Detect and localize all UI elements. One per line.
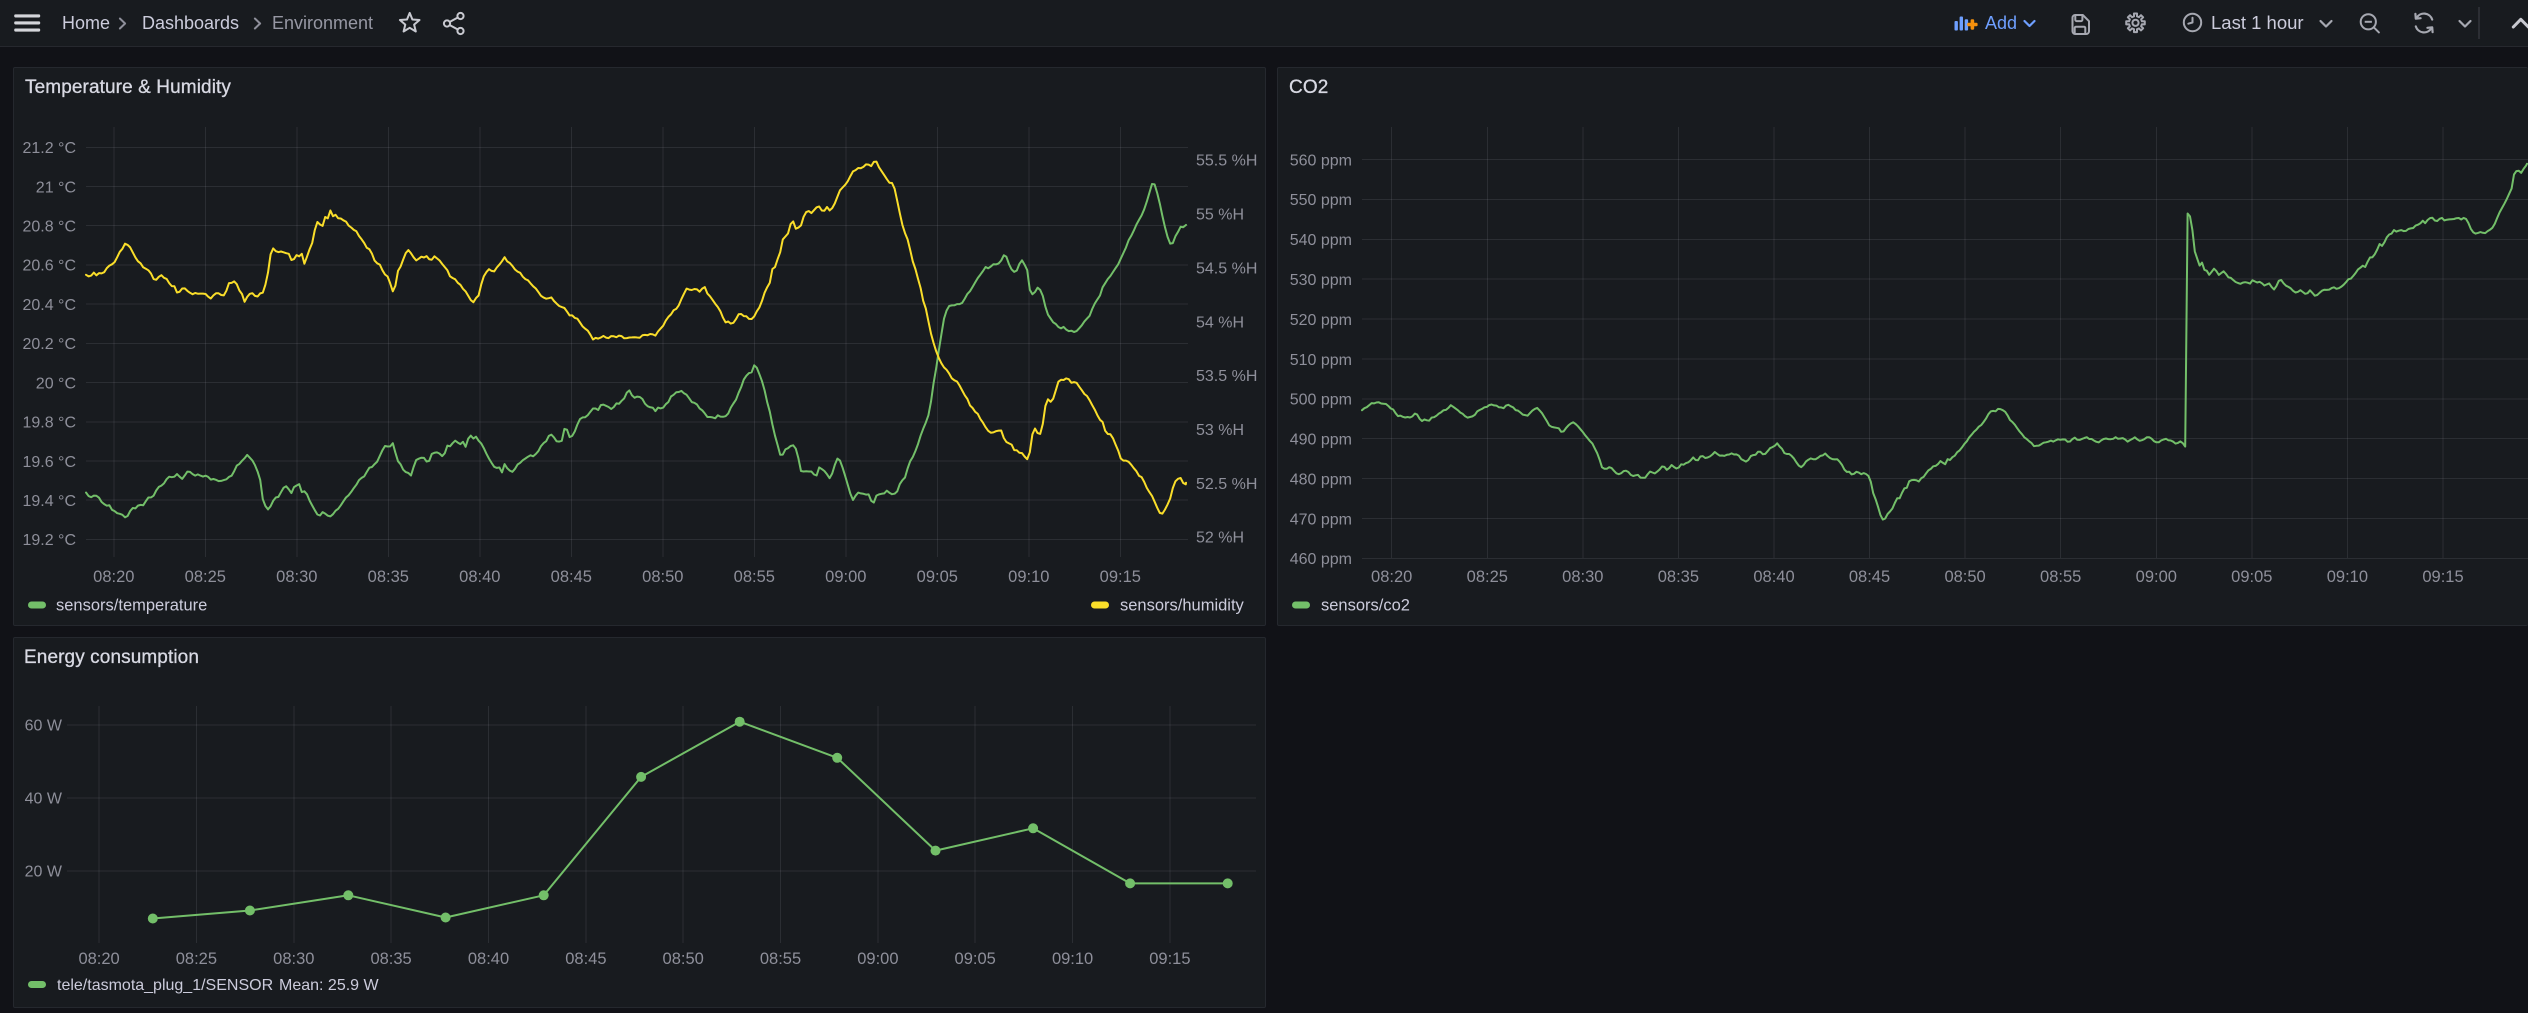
svg-text:08:40: 08:40 <box>459 568 500 586</box>
svg-text:08:50: 08:50 <box>642 568 683 586</box>
svg-text:08:20: 08:20 <box>1371 568 1412 586</box>
svg-text:08:45: 08:45 <box>1849 568 1890 586</box>
svg-text:08:20: 08:20 <box>78 950 119 968</box>
svg-text:08:30: 08:30 <box>1562 568 1603 586</box>
svg-text:52.5 %H: 52.5 %H <box>1196 476 1257 493</box>
svg-text:08:25: 08:25 <box>185 568 226 586</box>
svg-text:60 W: 60 W <box>25 718 63 735</box>
svg-text:54 %H: 54 %H <box>1196 314 1244 331</box>
svg-text:530 ppm: 530 ppm <box>1290 272 1352 289</box>
svg-text:20.6 °C: 20.6 °C <box>22 258 76 275</box>
svg-text:560 ppm: 560 ppm <box>1290 152 1352 169</box>
svg-text:500 ppm: 500 ppm <box>1290 392 1352 409</box>
svg-text:09:10: 09:10 <box>2327 568 2368 586</box>
svg-text:480 ppm: 480 ppm <box>1290 471 1352 488</box>
svg-text:52 %H: 52 %H <box>1196 530 1244 547</box>
svg-text:53 %H: 53 %H <box>1196 422 1244 439</box>
svg-text:09:15: 09:15 <box>1149 950 1190 968</box>
svg-text:08:55: 08:55 <box>2040 568 2081 586</box>
svg-text:sensors/temperature: sensors/temperature <box>56 597 207 615</box>
svg-text:490 ppm: 490 ppm <box>1290 432 1352 449</box>
svg-text:20 °C: 20 °C <box>36 375 76 392</box>
svg-text:08:40: 08:40 <box>468 950 509 968</box>
svg-text:Mean: 25.9 W: Mean: 25.9 W <box>279 977 380 994</box>
svg-text:09:05: 09:05 <box>2231 568 2272 586</box>
svg-text:520 ppm: 520 ppm <box>1290 312 1352 329</box>
svg-text:21 °C: 21 °C <box>36 179 76 196</box>
svg-text:08:30: 08:30 <box>276 568 317 586</box>
svg-text:08:55: 08:55 <box>760 950 801 968</box>
svg-text:55.5 %H: 55.5 %H <box>1196 153 1257 170</box>
svg-text:tele/tasmota_plug_1/SENSOR: tele/tasmota_plug_1/SENSOR <box>57 977 273 994</box>
svg-text:08:30: 08:30 <box>273 950 314 968</box>
svg-text:21.2 °C: 21.2 °C <box>22 140 76 157</box>
svg-text:19.4 °C: 19.4 °C <box>22 493 76 510</box>
svg-text:510 ppm: 510 ppm <box>1290 352 1352 369</box>
svg-text:40 W: 40 W <box>25 791 63 808</box>
svg-text:09:05: 09:05 <box>955 950 996 968</box>
svg-text:09:15: 09:15 <box>2422 568 2463 586</box>
svg-text:540 ppm: 540 ppm <box>1290 232 1352 249</box>
svg-text:08:40: 08:40 <box>1753 568 1794 586</box>
svg-text:09:10: 09:10 <box>1052 950 1093 968</box>
svg-text:09:10: 09:10 <box>1008 568 1049 586</box>
svg-text:08:25: 08:25 <box>176 950 217 968</box>
svg-text:20 W: 20 W <box>25 864 63 881</box>
svg-text:08:50: 08:50 <box>663 950 704 968</box>
svg-text:sensors/co2: sensors/co2 <box>1321 597 1410 615</box>
svg-text:460 ppm: 460 ppm <box>1290 551 1352 568</box>
svg-text:08:35: 08:35 <box>368 568 409 586</box>
svg-text:20.4 °C: 20.4 °C <box>22 297 76 314</box>
svg-text:55 %H: 55 %H <box>1196 207 1244 224</box>
svg-text:08:35: 08:35 <box>370 950 411 968</box>
svg-text:09:00: 09:00 <box>857 950 898 968</box>
svg-text:08:50: 08:50 <box>1944 568 1985 586</box>
svg-text:09:05: 09:05 <box>917 568 958 586</box>
svg-text:sensors/humidity: sensors/humidity <box>1120 597 1245 615</box>
svg-text:20.2 °C: 20.2 °C <box>22 336 76 353</box>
svg-text:08:55: 08:55 <box>734 568 775 586</box>
svg-text:09:00: 09:00 <box>825 568 866 586</box>
svg-text:20.8 °C: 20.8 °C <box>22 219 76 236</box>
svg-text:08:35: 08:35 <box>1658 568 1699 586</box>
svg-text:08:45: 08:45 <box>551 568 592 586</box>
svg-text:550 ppm: 550 ppm <box>1290 192 1352 209</box>
svg-text:08:20: 08:20 <box>93 568 134 586</box>
svg-text:54.5 %H: 54.5 %H <box>1196 260 1257 277</box>
svg-text:53.5 %H: 53.5 %H <box>1196 368 1257 385</box>
svg-text:19.2 °C: 19.2 °C <box>22 532 76 549</box>
svg-text:09:15: 09:15 <box>1100 568 1141 586</box>
svg-text:470 ppm: 470 ppm <box>1290 511 1352 528</box>
svg-text:19.6 °C: 19.6 °C <box>22 454 76 471</box>
svg-text:09:00: 09:00 <box>2136 568 2177 586</box>
svg-text:19.8 °C: 19.8 °C <box>22 415 76 432</box>
svg-text:08:45: 08:45 <box>565 950 606 968</box>
svg-text:08:25: 08:25 <box>1467 568 1508 586</box>
